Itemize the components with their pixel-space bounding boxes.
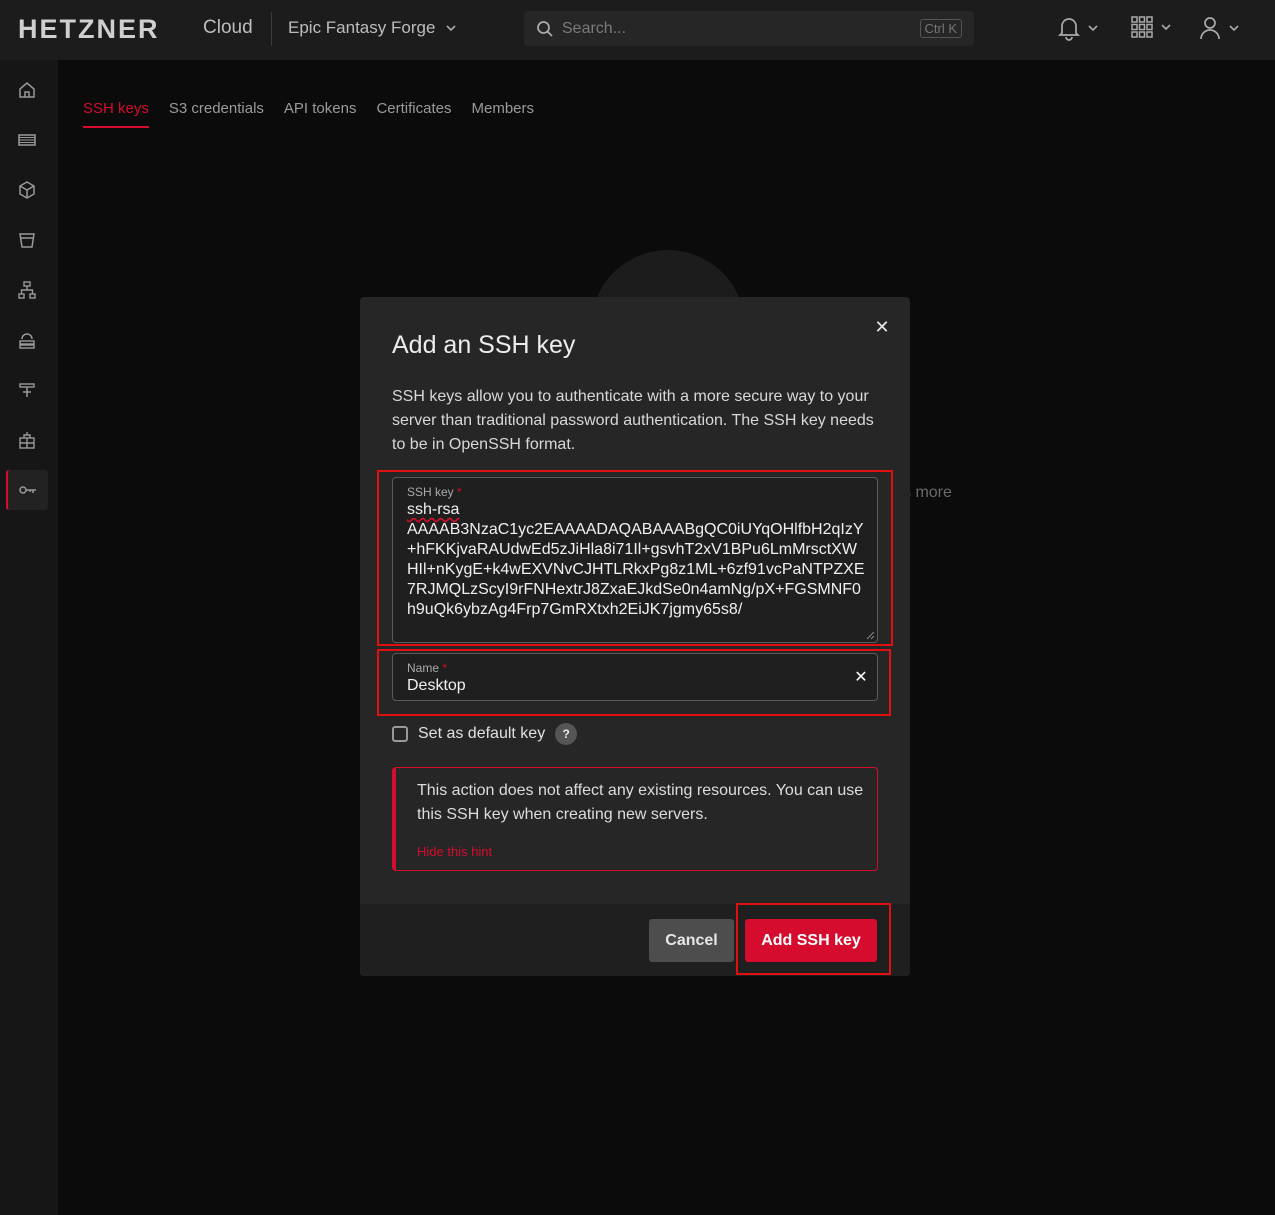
default-key-row: Set as default key ? <box>392 723 578 745</box>
header-divider <box>271 12 272 46</box>
ssh-key-type: ssh-rsa <box>407 501 460 518</box>
tab-ssh-keys[interactable]: SSH keys <box>83 100 149 128</box>
sidebar-item-servers[interactable] <box>6 120 48 160</box>
bell-icon <box>1057 18 1081 41</box>
grid-icon <box>1131 16 1153 38</box>
empty-state-text-fragment: s more <box>903 484 952 501</box>
search-icon <box>537 21 553 37</box>
search-input[interactable] <box>562 17 902 41</box>
home-icon <box>19 82 35 98</box>
search-shortcut: Ctrl K <box>919 19 962 38</box>
chevron-down-icon <box>446 25 456 32</box>
project-selector[interactable]: Epic Fantasy Forge <box>288 18 457 38</box>
user-menu-button[interactable] <box>1198 15 1240 41</box>
dialog-title: Add an SSH key <box>392 331 576 359</box>
sidebar-item-buckets[interactable] <box>6 220 48 260</box>
sidebar-item-networks[interactable] <box>6 270 48 310</box>
servers-icon <box>18 134 36 146</box>
sidebar-item-home[interactable] <box>6 70 48 110</box>
clear-icon[interactable]: ✕ <box>851 667 871 687</box>
add-ssh-key-button[interactable]: Add SSH key <box>745 919 877 962</box>
tab-certificates[interactable]: Certificates <box>376 100 451 128</box>
sidebar-item-load-balancers[interactable] <box>6 320 48 360</box>
buckets-icon <box>19 233 35 248</box>
default-key-label[interactable]: Set as default key <box>418 725 545 743</box>
ssh-key-body: AAAAB3NzaC1yc2EAAAADAQABAAABgQC0iUYqOHlf… <box>407 521 865 618</box>
security-key-icon <box>19 486 36 494</box>
hide-hint-link[interactable]: Hide this hint <box>417 844 492 859</box>
ssh-key-textarea[interactable]: ssh-rsa AAAAB3NzaC1yc2EAAAADAQABAAABgQC0i… <box>407 500 865 620</box>
volumes-icon <box>19 181 35 199</box>
user-icon <box>1200 17 1220 40</box>
default-key-checkbox[interactable] <box>392 726 408 742</box>
chevron-down-icon <box>1088 25 1098 32</box>
dialog-description: SSH keys allow you to authenticate with … <box>392 388 874 453</box>
sidebar-item-volumes[interactable] <box>6 170 48 210</box>
notifications-button[interactable] <box>1057 15 1099 41</box>
name-label: Name * <box>407 661 448 675</box>
hint-text: This action does not affect any existing… <box>417 782 864 823</box>
load-balancers-icon <box>19 333 35 349</box>
info-hint: This action does not affect any existing… <box>392 767 878 871</box>
firewalls-icon <box>19 383 35 397</box>
search-bar[interactable]: Ctrl K <box>524 11 974 46</box>
chevron-down-icon <box>1161 24 1171 31</box>
sidebar-item-security[interactable] <box>6 470 48 510</box>
cancel-button[interactable]: Cancel <box>649 919 734 962</box>
networks-icon <box>18 281 36 299</box>
project-name: Epic Fantasy Forge <box>288 18 436 37</box>
tab-s3-credentials[interactable]: S3 credentials <box>169 100 264 128</box>
chevron-down-icon <box>1229 25 1239 32</box>
sidebar-item-floating-ips[interactable] <box>6 420 48 460</box>
close-icon[interactable]: ✕ <box>870 315 894 339</box>
help-icon[interactable]: ? <box>555 723 578 745</box>
add-ssh-key-dialog: ✕ Add an SSH key SSH keys allow you to a… <box>360 297 910 976</box>
settings-tabs: SSH keys S3 credentials API tokens Certi… <box>83 100 534 128</box>
hetzner-logo[interactable]: HETZNER <box>18 14 160 45</box>
resize-handle-icon[interactable] <box>865 630 875 640</box>
logo-sub: Cloud <box>203 17 253 38</box>
apps-menu-button[interactable] <box>1130 15 1172 39</box>
sidebar <box>0 60 58 1215</box>
dialog-footer: Cancel Add SSH key <box>360 903 910 976</box>
top-bar: HETZNER Cloud Epic Fantasy Forge Ctrl K <box>0 0 1275 60</box>
name-field[interactable]: Name * Desktop ✕ <box>392 653 878 701</box>
sidebar-item-firewalls[interactable] <box>6 370 48 410</box>
ssh-key-field[interactable]: SSH key * ssh-rsa AAAAB3NzaC1yc2EAAAADAQA… <box>392 477 878 643</box>
tab-api-tokens[interactable]: API tokens <box>284 100 357 128</box>
floating-ips-icon <box>19 432 35 449</box>
ssh-key-label: SSH key * <box>407 485 462 499</box>
name-input[interactable]: Desktop <box>407 676 466 696</box>
tab-members[interactable]: Members <box>472 100 535 128</box>
